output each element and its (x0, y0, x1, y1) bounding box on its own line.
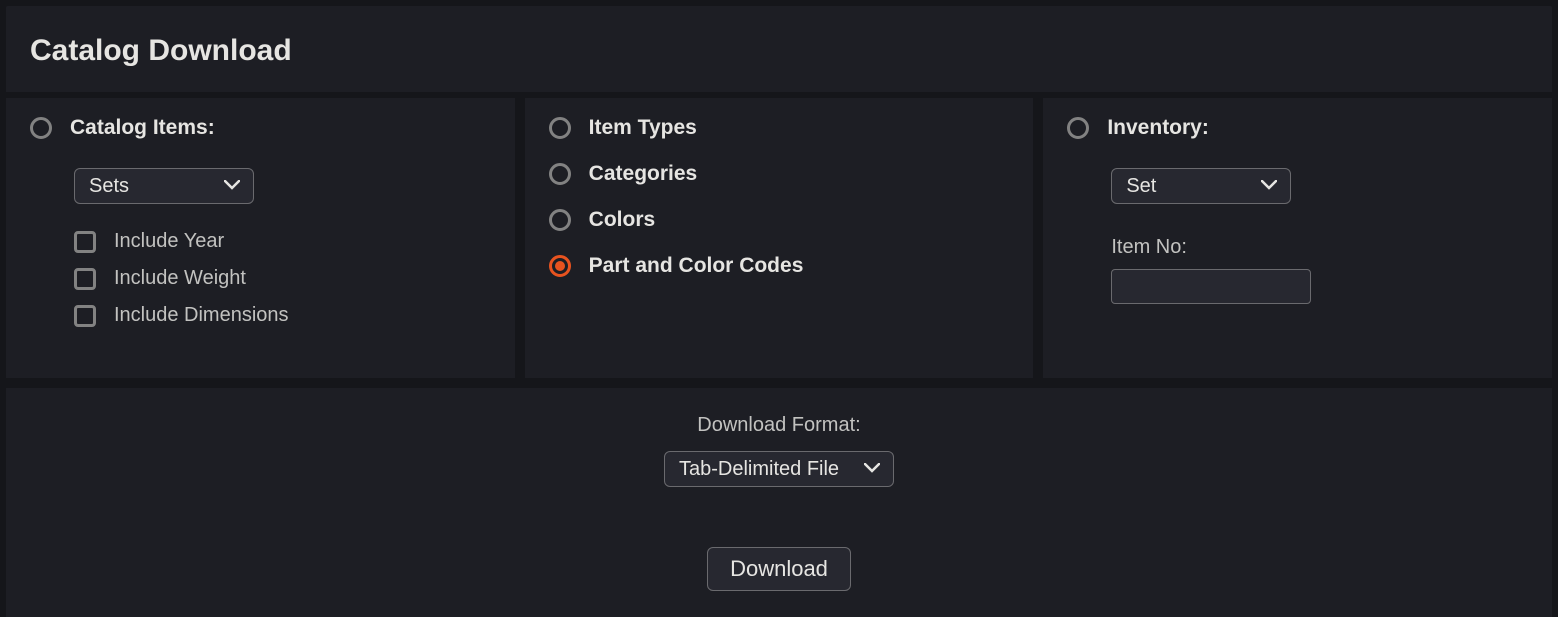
radio-inventory[interactable]: Inventory: (1067, 116, 1528, 140)
catalog-items-select-wrap: Sets (74, 168, 254, 204)
panel-catalog-items: Catalog Items: Sets Include Year (6, 98, 515, 378)
radio-categories[interactable]: Categories (549, 162, 1010, 186)
radio-label: Inventory: (1107, 116, 1209, 140)
radio-label: Categories (589, 162, 698, 186)
panel-lookup-types: Item Types Categories Colors Part and Co… (525, 98, 1034, 378)
radio-label: Colors (589, 208, 656, 232)
checkbox-include-dimensions[interactable]: Include Dimensions (74, 304, 491, 327)
catalog-items-select[interactable]: Sets (74, 168, 254, 204)
page-header: Catalog Download (6, 6, 1552, 98)
radio-icon (1067, 117, 1089, 139)
columns-container: Catalog Items: Sets Include Year (6, 98, 1552, 378)
radio-icon (549, 117, 571, 139)
checkbox-include-year[interactable]: Include Year (74, 230, 491, 253)
radio-icon (549, 163, 571, 185)
page-title: Catalog Download (30, 34, 1528, 68)
checkbox-include-weight[interactable]: Include Weight (74, 267, 491, 290)
radio-icon (30, 117, 52, 139)
checkbox-icon (74, 231, 96, 253)
download-format-select[interactable]: Tab-Delimited File (664, 451, 894, 487)
download-format-label: Download Format: (6, 414, 1552, 437)
inventory-select-wrap: Set (1111, 168, 1291, 204)
radio-icon (549, 255, 571, 277)
panel-inventory: Inventory: Set Item No: (1043, 98, 1552, 378)
radio-label: Item Types (589, 116, 697, 140)
item-no-input[interactable] (1111, 269, 1311, 304)
radio-label: Part and Color Codes (589, 254, 804, 278)
radio-catalog-items[interactable]: Catalog Items: (30, 116, 491, 140)
item-no-label: Item No: (1111, 236, 1528, 259)
radio-colors[interactable]: Colors (549, 208, 1010, 232)
radio-item-types[interactable]: Item Types (549, 116, 1010, 140)
checkbox-label: Include Weight (114, 267, 246, 290)
checkbox-icon (74, 268, 96, 290)
checkbox-label: Include Year (114, 230, 224, 253)
radio-part-color-codes[interactable]: Part and Color Codes (549, 254, 1010, 278)
checkbox-label: Include Dimensions (114, 304, 289, 327)
download-format-select-wrap: Tab-Delimited File (664, 451, 894, 487)
inventory-select[interactable]: Set (1111, 168, 1291, 204)
checkbox-icon (74, 305, 96, 327)
footer: Download Format: Tab-Delimited File Down… (6, 378, 1552, 617)
download-button[interactable]: Download (707, 547, 851, 591)
radio-label: Catalog Items: (70, 116, 215, 140)
radio-icon (549, 209, 571, 231)
